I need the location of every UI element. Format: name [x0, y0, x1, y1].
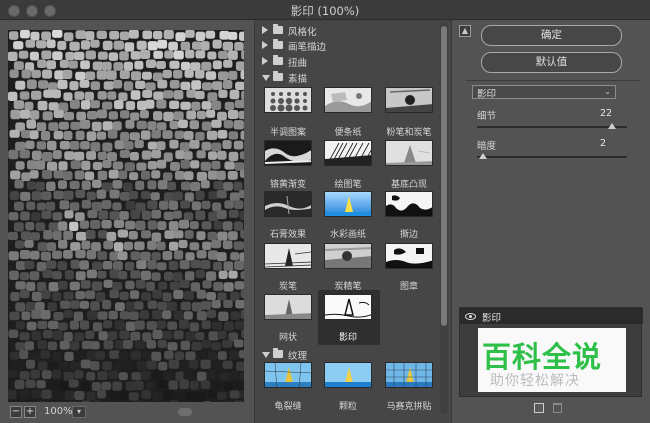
thumb-label: 马赛克拼贴	[386, 402, 432, 412]
thumb-mosaic-tiles[interactable]	[385, 362, 433, 388]
thumb-label: 撕边	[399, 230, 418, 240]
collapsed-arrow-icon	[262, 26, 268, 34]
thumb-label: 绘图笔	[334, 180, 362, 190]
detail-label: 细节	[477, 111, 497, 122]
detail-slider[interactable]	[477, 123, 627, 129]
detail-slider-knob[interactable]	[608, 123, 616, 129]
category-texture[interactable]: 纹理	[254, 347, 440, 362]
divider	[466, 80, 641, 81]
darkness-slider[interactable]	[477, 153, 627, 159]
darkness-value[interactable]: 2	[600, 138, 606, 149]
zoom-dropdown[interactable]: ▾	[72, 406, 86, 418]
eye-icon[interactable]	[465, 311, 476, 320]
expanded-arrow-icon	[262, 352, 270, 358]
preview-scroll-thumb[interactable]	[178, 408, 192, 416]
ok-button[interactable]: 确定	[481, 25, 622, 46]
thumb-label: 半调图案	[269, 128, 306, 138]
effect-layer-row[interactable]: 影印	[460, 308, 643, 324]
thumb-note-paper[interactable]	[324, 87, 372, 113]
thumb-craquelure[interactable]	[264, 362, 312, 388]
darkness-label: 暗度	[477, 141, 497, 152]
thumb-label: 铬黄渐变	[269, 180, 306, 190]
expanded-arrow-icon	[262, 75, 270, 81]
thumb-label-selected: 影印	[338, 333, 357, 343]
thumb-bas-relief[interactable]	[385, 140, 433, 166]
default-button[interactable]: 默认值	[481, 52, 622, 73]
zoom-out-button[interactable]: −	[10, 406, 22, 418]
thumb-label: 粉笔和炭笔	[386, 128, 432, 138]
chevron-down-icon: ⌄	[604, 87, 611, 96]
category-stylize[interactable]: 风格化	[254, 23, 440, 38]
title-bar: 影印 (100%)	[0, 0, 650, 20]
window-title: 影印 (100%)	[290, 4, 360, 18]
gallery-scrollbar[interactable]	[440, 22, 448, 414]
thumb-label: 炭精笔	[334, 282, 362, 292]
thumb-plaster[interactable]	[264, 191, 312, 217]
category-brush-strokes[interactable]: 画笔描边	[254, 38, 440, 53]
photocopy-preview-image	[8, 30, 244, 402]
folder-icon	[273, 39, 283, 49]
thumb-label: 图章	[399, 282, 418, 292]
thumb-halftone-pattern[interactable]	[264, 87, 312, 113]
thumb-graphic-pen[interactable]	[324, 140, 372, 166]
category-distort[interactable]: 扭曲	[254, 54, 440, 69]
preview-zoom-bar: − + 100% ▾	[0, 402, 252, 423]
watermark-subtitle: 助你轻松解决	[490, 373, 580, 389]
darkness-slider-knob[interactable]	[479, 153, 487, 159]
thumb-grain[interactable]	[324, 362, 372, 388]
collapsed-arrow-icon	[262, 57, 268, 65]
zoom-in-button[interactable]: +	[24, 406, 36, 418]
zoom-level: 100%	[44, 406, 73, 417]
folder-icon	[273, 24, 283, 34]
gallery-scroll-thumb[interactable]	[441, 26, 447, 326]
collapsed-arrow-icon	[262, 41, 268, 49]
thumb-label: 便条纸	[334, 128, 362, 138]
filter-select[interactable]: 影印 ⌄	[472, 85, 616, 100]
thumb-label: 网状	[278, 333, 297, 343]
thumb-label: 龟裂缝	[274, 402, 302, 412]
thumb-stamp[interactable]	[385, 243, 433, 269]
thumb-charcoal[interactable]	[264, 243, 312, 269]
detail-value[interactable]: 22	[600, 108, 612, 119]
thumb-photocopy[interactable]	[324, 294, 372, 320]
folder-icon	[273, 55, 283, 65]
thumb-label: 水彩画纸	[329, 230, 366, 240]
collapse-gallery-button[interactable]: ▲	[459, 25, 471, 37]
thumb-water-paper[interactable]	[324, 191, 372, 217]
thumb-reticulation[interactable]	[264, 294, 312, 320]
folder-open-icon	[273, 348, 283, 358]
thumb-torn-edges[interactable]	[385, 191, 433, 217]
thumb-label: 石膏效果	[269, 230, 306, 240]
filter-preview[interactable]	[8, 30, 244, 402]
trash-icon[interactable]	[553, 403, 562, 413]
new-effect-layer-icon[interactable]	[534, 403, 544, 413]
thumb-chrome[interactable]	[264, 140, 312, 166]
thumb-label: 基底凸现	[390, 180, 427, 190]
folder-open-icon	[273, 71, 283, 81]
thumb-label: 炭笔	[278, 282, 297, 292]
category-sketch[interactable]: 素描	[254, 70, 440, 85]
thumb-conte-crayon[interactable]	[324, 243, 372, 269]
thumb-label: 颗粒	[338, 402, 357, 412]
thumb-chalk-charcoal[interactable]	[385, 87, 433, 113]
